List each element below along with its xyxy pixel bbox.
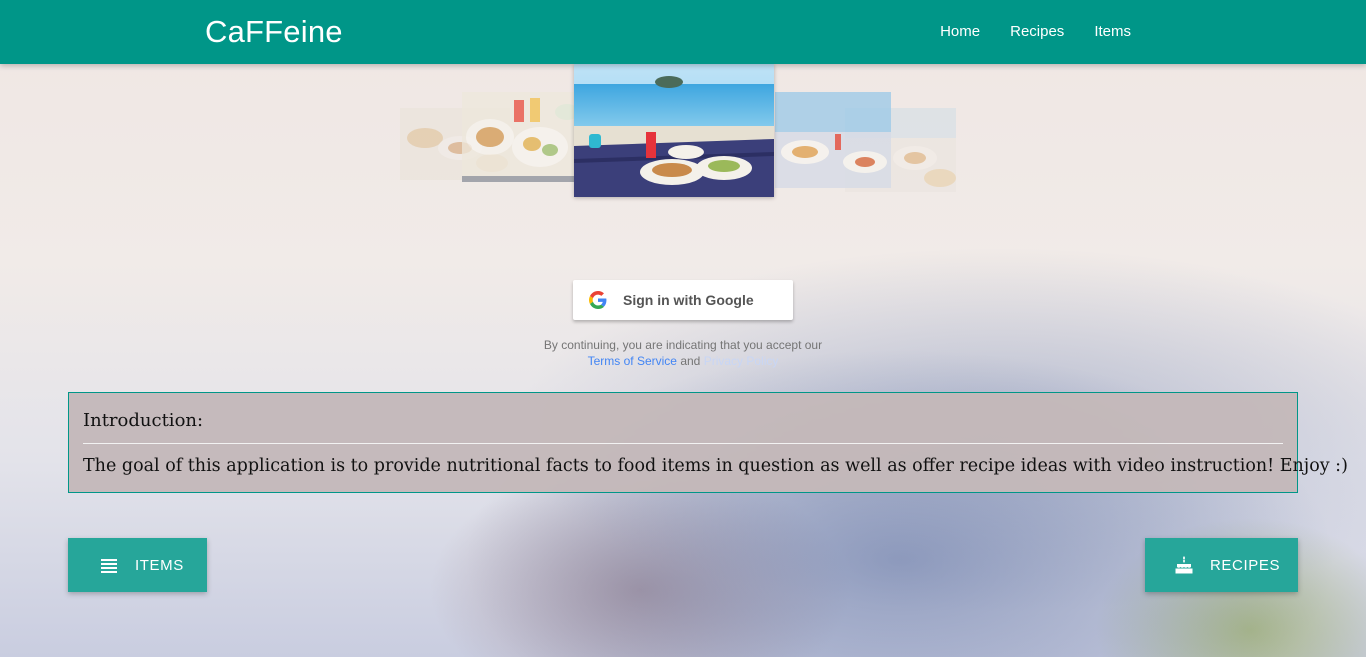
carousel-image-beach-dinner[interactable] — [574, 64, 774, 197]
image-carousel[interactable] — [0, 64, 1366, 204]
introduction-panel: Introduction: The goal of this applicati… — [68, 392, 1348, 493]
introduction-divider — [83, 443, 1283, 444]
items-button-label: ITEMS — [135, 556, 184, 574]
carousel-image-seaside-table[interactable] — [775, 92, 891, 188]
top-navbar: CaFFeine Home Recipes Items — [0, 0, 1366, 64]
privacy-policy-link[interactable]: Privacy Policy — [704, 354, 779, 368]
nav-link-recipes[interactable]: Recipes — [995, 0, 1079, 64]
introduction-text: The goal of this application is to provi… — [83, 456, 1348, 476]
legal-notice: By continuing, you are indicating that y… — [483, 337, 883, 369]
items-button[interactable]: ITEMS — [68, 538, 207, 592]
nav-link-home[interactable]: Home — [925, 0, 995, 64]
cake-icon — [1175, 556, 1193, 574]
recipes-button-label: RECIPES — [1210, 556, 1281, 574]
brand-logo[interactable]: CaFFeine — [205, 14, 343, 50]
nav-links: Home Recipes Items — [925, 0, 1146, 64]
google-sign-in-label: Sign in with Google — [623, 292, 754, 308]
carousel-image-breakfast-plates[interactable] — [462, 92, 580, 182]
list-icon — [101, 559, 117, 573]
legal-and-text: and — [680, 354, 701, 368]
introduction-title: Introduction: — [83, 410, 204, 431]
recipes-button[interactable]: RECIPES — [1145, 538, 1298, 592]
legal-prefix-text: By continuing, you are indicating that y… — [543, 338, 823, 352]
nav-link-items[interactable]: Items — [1079, 0, 1146, 64]
google-sign-in-button[interactable]: Sign in with Google — [573, 280, 793, 320]
google-logo-icon — [589, 291, 607, 309]
terms-of-service-link[interactable]: Terms of Service — [588, 354, 677, 368]
